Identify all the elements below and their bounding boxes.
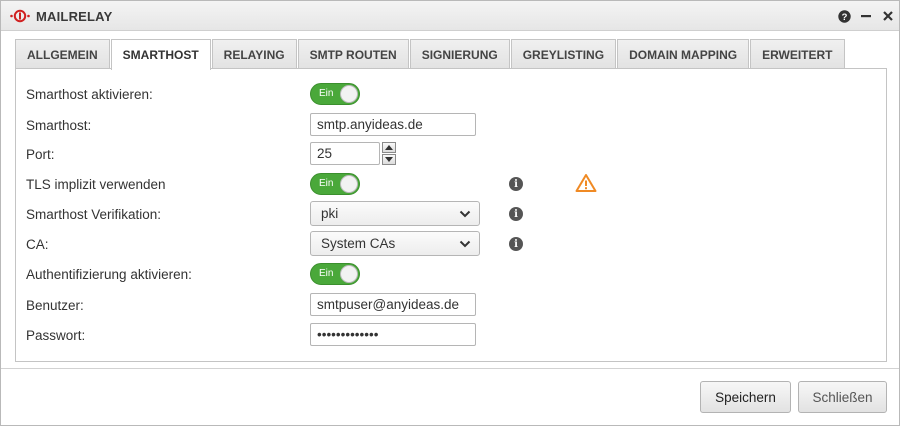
ca-value: System CAs [321, 236, 396, 251]
tls-implicit-toggle[interactable]: Ein [310, 173, 360, 195]
tab-relaying[interactable]: RELAYING [211, 39, 297, 69]
tab-smarthost[interactable]: SMARTHOST [110, 39, 211, 70]
verification-select[interactable]: pki [310, 201, 480, 226]
save-button[interactable]: Speichern [700, 381, 791, 413]
info-icon[interactable]: i [509, 237, 523, 251]
minimize-icon[interactable] [858, 8, 874, 24]
row-tls-implicit: TLS implizit verwenden Ein i [26, 171, 876, 199]
spin-down-icon[interactable] [382, 154, 396, 165]
svg-text:?: ? [841, 12, 847, 23]
toggle-text: Ein [319, 268, 334, 279]
dialog-footer: Speichern Schließen [1, 368, 899, 425]
tls-implicit-label: TLS implizit verwenden [26, 177, 166, 192]
row-user: Benutzer: [26, 292, 876, 320]
tab-greylisting[interactable]: GREYLISTING [510, 39, 617, 69]
close-icon[interactable] [880, 8, 896, 24]
tab-signierung[interactable]: SIGNIERUNG [409, 39, 510, 69]
tab-allgemein[interactable]: ALLGEMEIN [15, 39, 110, 69]
window-title: MAILRELAY [36, 9, 113, 24]
mailrelay-dialog: MAILRELAY ? ALLGEMEIN SMARTHOST RELAYING… [0, 0, 900, 426]
tab-erweitert[interactable]: ERWEITERT [750, 39, 845, 69]
auth-enable-toggle[interactable]: Ein [310, 263, 360, 285]
ca-label: CA: [26, 237, 49, 252]
toggle-knob [340, 175, 358, 193]
smarthost-enable-label: Smarthost aktivieren: [26, 87, 153, 102]
port-label: Port: [26, 147, 55, 162]
smarthost-label: Smarthost: [26, 118, 92, 133]
password-input[interactable] [310, 323, 476, 346]
securepoint-logo-icon [10, 9, 30, 23]
chevron-down-icon [459, 210, 471, 218]
row-ca: CA: System CAs i [26, 231, 876, 259]
tab-domain-mapping[interactable]: DOMAIN MAPPING [617, 39, 750, 69]
row-port: Port: [26, 141, 876, 169]
toggle-text: Ein [319, 178, 334, 189]
user-input[interactable] [310, 293, 476, 316]
user-label: Benutzer: [26, 298, 84, 313]
close-button[interactable]: Schließen [798, 381, 887, 413]
smarthost-input[interactable] [310, 113, 476, 136]
info-icon[interactable]: i [509, 207, 523, 221]
verification-value: pki [321, 206, 339, 221]
spin-up-icon[interactable] [382, 142, 396, 153]
port-input[interactable] [310, 142, 380, 165]
password-label: Passwort: [26, 328, 86, 343]
row-verification: Smarthost Verifikation: pki i [26, 201, 876, 229]
warning-icon[interactable] [575, 173, 597, 193]
port-spinner [382, 142, 398, 166]
title-bar: MAILRELAY ? [1, 1, 899, 31]
tab-smtp-routen[interactable]: SMTP ROUTEN [297, 39, 409, 69]
chevron-down-icon [459, 240, 471, 248]
row-smarthost-enable: Smarthost aktivieren: Ein [26, 81, 876, 109]
tab-bar: ALLGEMEIN SMARTHOST RELAYING SMTP ROUTEN… [15, 39, 846, 70]
info-icon[interactable]: i [509, 177, 523, 191]
auth-enable-label: Authentifizierung aktivieren: [26, 267, 192, 282]
row-smarthost: Smarthost: [26, 112, 876, 140]
toggle-knob [340, 85, 358, 103]
row-password: Passwort: [26, 322, 876, 350]
verification-label: Smarthost Verifikation: [26, 207, 162, 222]
smarthost-panel: Smarthost aktivieren: Ein Smarthost: Por… [15, 68, 887, 362]
help-icon[interactable]: ? [836, 8, 852, 24]
toggle-knob [340, 265, 358, 283]
smarthost-enable-toggle[interactable]: Ein [310, 83, 360, 105]
ca-select[interactable]: System CAs [310, 231, 480, 256]
row-auth-enable: Authentifizierung aktivieren: Ein [26, 261, 876, 289]
toggle-text: Ein [319, 88, 334, 99]
